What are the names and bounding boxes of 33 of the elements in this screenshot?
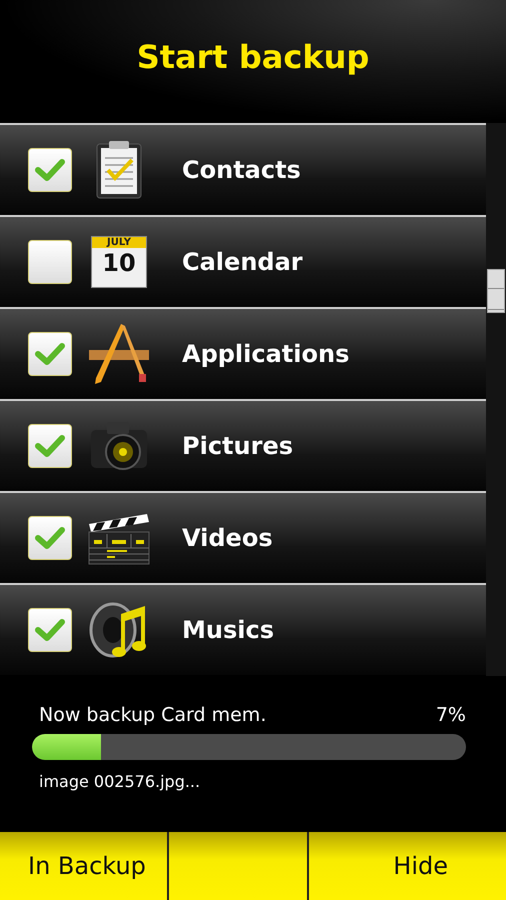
pencil-ruler-icon <box>87 322 151 386</box>
check-icon <box>35 526 65 550</box>
item-label: Pictures <box>182 432 293 460</box>
clipboard-icon <box>94 140 144 200</box>
item-label: Musics <box>182 616 274 644</box>
scrollbar-thumb[interactable] <box>487 269 505 313</box>
screen-title: Start backup <box>136 38 370 76</box>
checkbox[interactable] <box>28 608 72 652</box>
progress-label: Now backup Card mem. <box>39 704 266 726</box>
calendar-icon: JULY 10 <box>91 236 147 288</box>
backup-item[interactable]: Videos <box>0 491 486 583</box>
check-icon <box>35 618 65 642</box>
check-icon <box>35 342 65 366</box>
backup-item[interactable]: Contacts <box>0 123 486 215</box>
footer-button[interactable]: In Backup <box>0 832 169 900</box>
item-label: Calendar <box>182 248 303 276</box>
progress-percent: 7% <box>436 704 466 726</box>
checkbox[interactable] <box>28 240 72 284</box>
check-icon <box>35 158 65 182</box>
item-label: Applications <box>182 340 350 368</box>
checkbox[interactable] <box>28 148 72 192</box>
backup-item[interactable]: Pictures <box>0 399 486 491</box>
backup-item[interactable]: Applications <box>0 307 486 399</box>
backup-item[interactable]: Musics <box>0 583 486 675</box>
item-label: Videos <box>182 524 273 552</box>
backup-item[interactable]: JULY 10 Calendar <box>0 215 486 307</box>
item-label: Contacts <box>182 156 301 184</box>
checkbox[interactable] <box>28 424 72 468</box>
checkbox[interactable] <box>28 516 72 560</box>
checkbox[interactable] <box>28 332 72 376</box>
check-icon <box>35 434 65 458</box>
footer-button[interactable]: Hide <box>309 832 506 900</box>
current-file: image 002576.jpg... <box>38 772 202 791</box>
